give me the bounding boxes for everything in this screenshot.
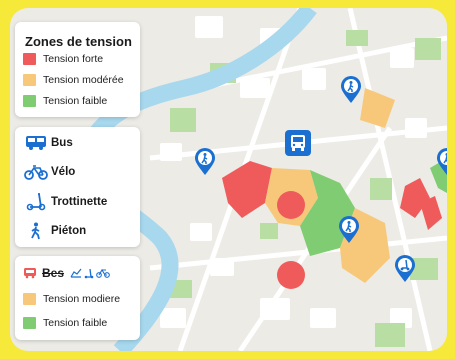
pedestrian-icon <box>339 216 359 243</box>
mode-label: Vélo <box>51 166 76 178</box>
legend-label: Tension faible <box>43 317 108 329</box>
legend-row: Tension modérée <box>23 74 124 86</box>
legend-bottom-header: Bes <box>23 266 110 280</box>
scooter-icon <box>84 268 94 279</box>
swatch-moderate <box>23 74 36 86</box>
mode-label: Bus <box>51 137 73 149</box>
legend-row: Tension modiere <box>23 293 120 305</box>
legend-tension-zones: Zones de tension Tension forte Tension m… <box>15 22 140 117</box>
legend-label: Tension forte <box>43 53 104 65</box>
bicycle-icon <box>96 268 110 278</box>
legend-title: Zones de tension <box>25 34 132 49</box>
block <box>190 223 212 241</box>
mode-row-pedestrian: Piéton <box>24 222 86 240</box>
legend-row: Tension forte <box>23 53 103 65</box>
mode-row-scooter: Trottinette <box>24 193 107 211</box>
legend-row: Tension faible <box>23 317 107 329</box>
park <box>346 30 368 46</box>
bus-icon <box>24 135 48 151</box>
frame: Zones de tension Tension forte Tension m… <box>0 0 455 359</box>
mode-row-bus: Bus <box>24 135 73 151</box>
hotspot <box>277 261 305 289</box>
block <box>160 308 186 328</box>
block <box>302 68 326 90</box>
legend-label: Tension modiere <box>43 293 121 305</box>
swatch-high <box>23 53 36 65</box>
park <box>260 223 278 239</box>
legend-label: Tension modérée <box>43 74 124 86</box>
scooter-icon <box>395 255 415 282</box>
hotspot <box>277 191 305 219</box>
park <box>170 108 196 132</box>
legend-label: Tension faible <box>43 95 108 107</box>
mode-row-bike: Vélo <box>24 164 75 180</box>
chart-icon <box>70 268 82 278</box>
pedestrian-icon <box>437 148 447 175</box>
scooter-icon <box>24 193 48 211</box>
swatch-low <box>23 95 36 107</box>
park <box>370 178 392 200</box>
mode-label: Trottinette <box>51 196 108 208</box>
park <box>415 38 441 60</box>
pedestrian-icon <box>195 148 215 175</box>
legend-row: Tension faible <box>23 95 107 107</box>
mode-label: Piéton <box>51 225 87 237</box>
block <box>310 308 336 328</box>
swatch-low <box>23 317 36 329</box>
bus-icon <box>24 268 36 279</box>
bicycle-icon <box>24 164 48 180</box>
legend-bottom: Bes Tension modiere Tension faible <box>15 256 140 340</box>
bus-icon <box>285 130 311 156</box>
legend-bottom-header-label: Bes <box>42 266 65 280</box>
park <box>375 323 405 347</box>
zone-moderate <box>360 88 395 128</box>
pedestrian-icon <box>24 222 48 240</box>
legend-transport-modes: Bus Vélo Trottinette Piéton <box>15 127 140 247</box>
block <box>195 16 223 38</box>
swatch-moderate <box>23 293 36 305</box>
pedestrian-icon <box>341 76 361 103</box>
